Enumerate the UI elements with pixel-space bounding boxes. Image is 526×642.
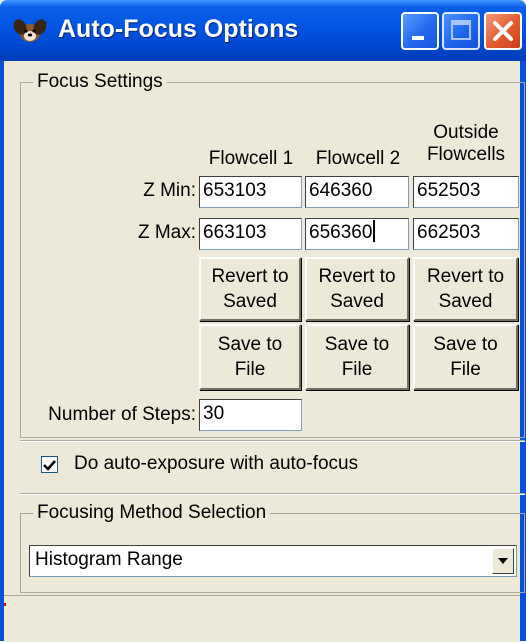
column-header-flowcell-1: Flowcell 1 [208,148,294,169]
window-border-left [0,61,4,641]
column-header-outside-flowcells: Outside Flowcells [426,122,506,165]
divider [20,440,525,442]
close-button[interactable] [484,12,522,50]
text-caret [373,220,376,242]
maximize-icon [451,20,471,40]
auto-focus-options-window: Auto-Focus Options Focus Settings Flowce… [0,0,526,642]
z-max-flowcell-1-field[interactable]: 663103 [199,218,302,250]
revert-flowcell-1-label: Revert to Saved [211,266,289,312]
revert-flowcell-2-label: Revert to Saved [318,266,396,312]
save-flowcell-1-label: Save to File [217,334,283,380]
z-min-label: Z Min: [143,180,196,201]
save-outside-button[interactable]: Save to File [413,324,518,390]
focus-settings-title: Focus Settings [33,71,167,93]
auto-exposure-label[interactable]: Do auto-exposure with auto-focus [74,453,358,475]
checkmark-icon [43,460,56,471]
maximize-button[interactable] [442,12,480,50]
minimize-button[interactable] [401,12,439,50]
column-header-flowcell-2: Flowcell 2 [315,148,401,169]
save-flowcell-2-button[interactable]: Save to File [305,324,409,390]
focusing-method-title: Focusing Method Selection [33,502,271,524]
save-flowcell-2-label: Save to File [324,334,390,380]
divider [20,493,525,495]
close-icon [493,21,513,41]
z-min-flowcell-2-field[interactable]: 646360 [305,176,409,208]
app-dog-icon [13,18,47,44]
window-title: Auto-Focus Options [58,15,299,43]
title-bar[interactable]: Auto-Focus Options [0,0,526,61]
red-mark [4,603,6,606]
focusing-method-dropdown[interactable]: Histogram Range [29,545,517,577]
z-max-flowcell-2-value: 656360 [309,222,373,243]
revert-outside-button[interactable]: Revert to Saved [413,257,518,321]
z-max-flowcell-2-field[interactable]: 656360 [305,218,409,250]
chevron-down-icon [498,558,508,564]
save-flowcell-1-button[interactable]: Save to File [199,324,301,390]
auto-exposure-checkbox[interactable] [41,456,58,473]
revert-outside-label: Revert to Saved [426,266,505,312]
dropdown-button[interactable] [492,548,514,574]
revert-flowcell-2-button[interactable]: Revert to Saved [305,257,409,321]
z-min-outside-field[interactable]: 652503 [413,176,519,208]
revert-flowcell-1-button[interactable]: Revert to Saved [199,257,301,321]
z-min-flowcell-1-field[interactable]: 653103 [199,176,302,208]
minimize-icon [412,36,424,40]
z-max-label: Z Max: [137,222,196,243]
save-outside-label: Save to File [433,334,498,380]
z-max-outside-field[interactable]: 662503 [413,218,519,250]
number-of-steps-field[interactable]: 30 [199,399,302,431]
number-of-steps-label: Number of Steps: [48,404,196,425]
bottom-strip [4,595,520,642]
focusing-method-value: Histogram Range [35,549,183,570]
